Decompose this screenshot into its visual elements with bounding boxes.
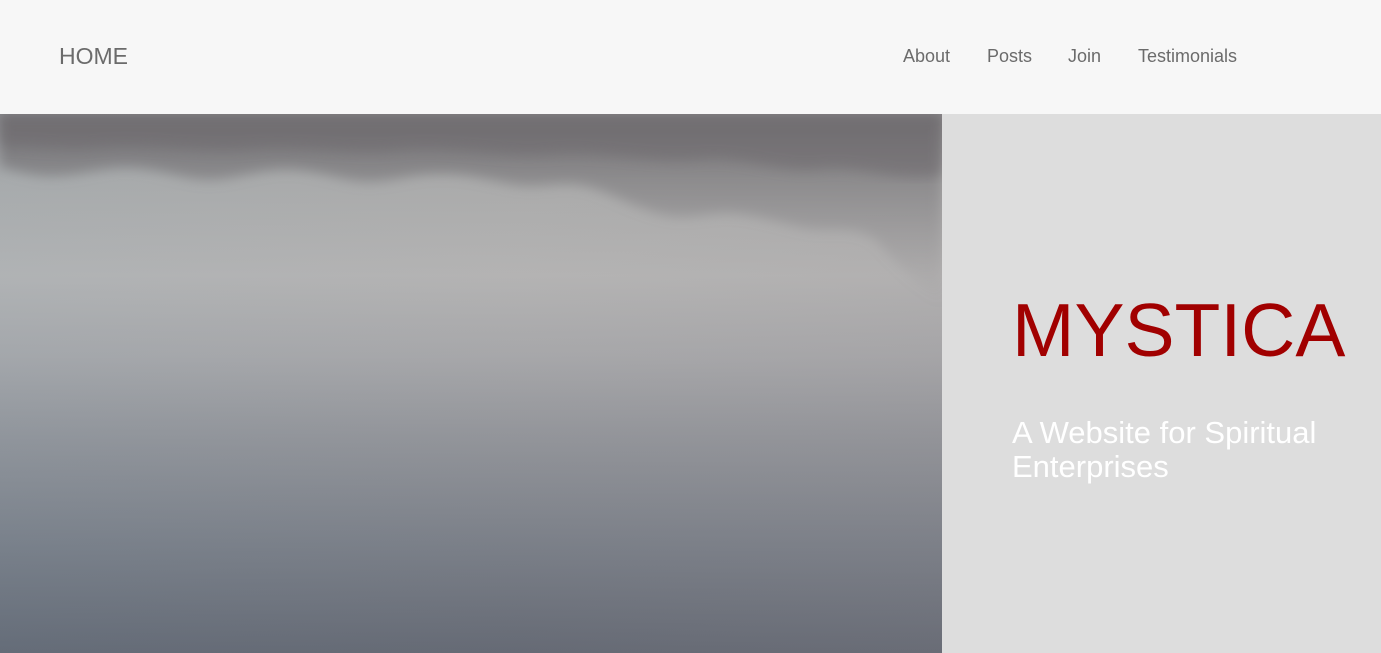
navbar: HOME About Posts Join Testimonials [0, 0, 1381, 114]
nav-link-about[interactable]: About [903, 45, 987, 67]
site-title: MYSTICA [1012, 288, 1346, 372]
nav-menu: About Posts Join Testimonials [903, 45, 1238, 67]
home-link[interactable]: HOME [59, 42, 128, 70]
hero-panel: MYSTICA A Website for Spiritual Enterpri… [942, 114, 1381, 653]
nav-link-join[interactable]: Join [1068, 45, 1138, 67]
misty-lake-image [0, 114, 942, 653]
hero-image [0, 114, 942, 653]
nav-link-posts[interactable]: Posts [987, 45, 1068, 67]
nav-link-testimonials[interactable]: Testimonials [1138, 45, 1238, 67]
site-tagline: A Website for Spiritual Enterprises [1012, 415, 1317, 484]
